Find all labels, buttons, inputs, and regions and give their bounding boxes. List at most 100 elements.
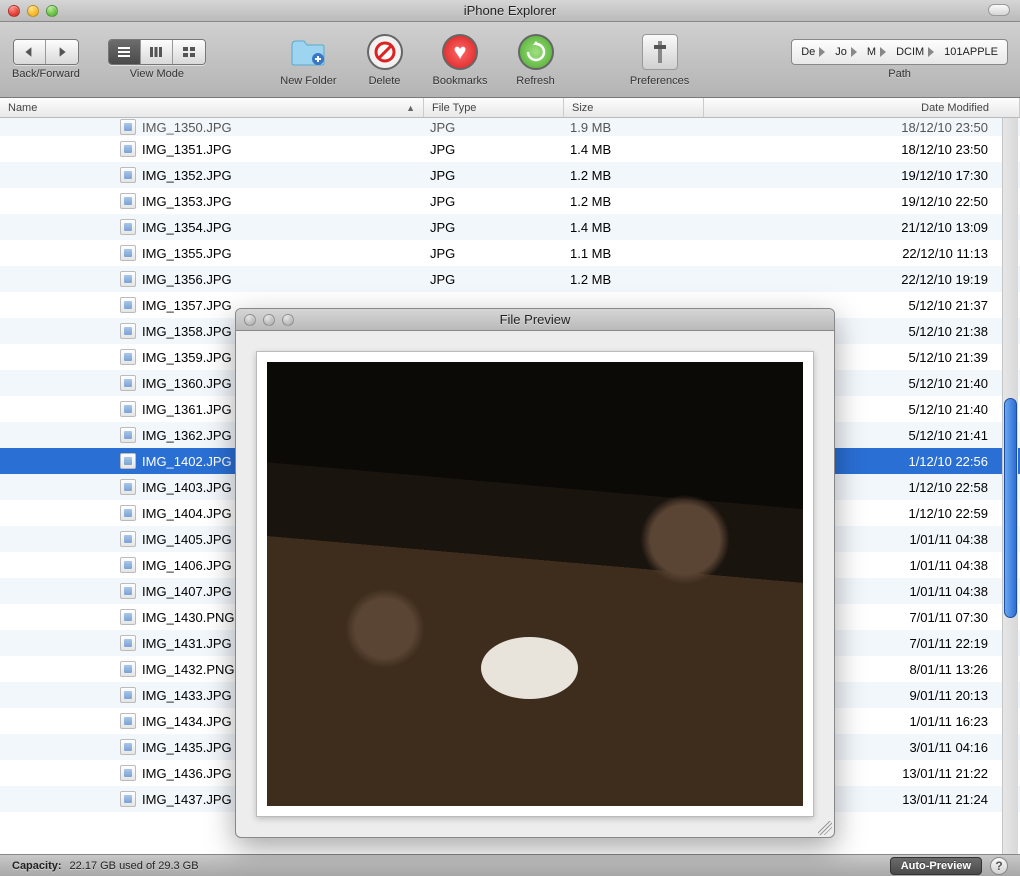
preview-image: [267, 362, 803, 806]
preview-title: File Preview: [236, 312, 834, 327]
file-icon: [120, 583, 136, 599]
preview-titlebar: File Preview: [236, 309, 834, 331]
file-icon: [120, 791, 136, 807]
table-row[interactable]: IMG_1350.JPGJPG1.9 MB18/12/10 23:50: [0, 118, 1020, 136]
delete-button[interactable]: [365, 32, 405, 72]
table-row[interactable]: IMG_1354.JPGJPG1.4 MB21/12/10 13:09: [0, 214, 1020, 240]
file-type: JPG: [424, 120, 564, 135]
table-row[interactable]: IMG_1353.JPGJPG1.2 MB19/12/10 22:50: [0, 188, 1020, 214]
capacity-label: Capacity:: [12, 860, 62, 872]
new-folder-button[interactable]: [288, 32, 328, 72]
zoom-button[interactable]: [46, 5, 58, 17]
table-row[interactable]: IMG_1351.JPGJPG1.4 MB18/12/10 23:50: [0, 136, 1020, 162]
file-name: IMG_1356.JPG: [142, 272, 232, 287]
back-forward-label: Back/Forward: [12, 68, 80, 80]
file-icon: [120, 609, 136, 625]
column-name-header[interactable]: Name▲: [0, 98, 424, 117]
toolbar: Back/Forward View Mode New Folder Delete…: [0, 22, 1020, 98]
auto-preview-button[interactable]: Auto-Preview: [890, 857, 982, 875]
main-titlebar: iPhone Explorer: [0, 0, 1020, 22]
view-list-button[interactable]: [109, 40, 141, 64]
capacity-value: 22.17 GB used of 29.3 GB: [70, 860, 199, 872]
table-row[interactable]: IMG_1355.JPGJPG1.1 MB22/12/10 11:13: [0, 240, 1020, 266]
preview-close-button[interactable]: [244, 314, 256, 326]
file-size: 1.9 MB: [564, 120, 704, 135]
file-name: IMG_1406.JPG: [142, 558, 232, 573]
path-segment[interactable]: DCIM: [891, 46, 939, 58]
view-icons-button[interactable]: [173, 40, 205, 64]
preview-zoom-button[interactable]: [282, 314, 294, 326]
preview-minimize-button[interactable]: [263, 314, 275, 326]
file-size: 1.2 MB: [564, 194, 704, 209]
file-name: IMG_1353.JPG: [142, 194, 232, 209]
file-size: 1.4 MB: [564, 220, 704, 235]
preview-window[interactable]: File Preview: [235, 308, 835, 838]
file-icon: [120, 219, 136, 235]
file-icon: [120, 167, 136, 183]
minimize-button[interactable]: [27, 5, 39, 17]
scrollbar-thumb[interactable]: [1004, 398, 1017, 618]
file-type: JPG: [424, 220, 564, 235]
file-name: IMG_1435.JPG: [142, 740, 232, 755]
vertical-scrollbar[interactable]: [1002, 118, 1018, 854]
file-icon: [120, 297, 136, 313]
file-icon: [120, 119, 136, 135]
toolbar-pill-button[interactable]: [988, 4, 1010, 16]
forward-button[interactable]: [46, 40, 78, 64]
path-segment[interactable]: Jo: [830, 46, 862, 58]
path-segment[interactable]: 101APPLE: [939, 46, 1003, 58]
file-icon: [120, 713, 136, 729]
help-button[interactable]: ?: [990, 857, 1008, 875]
path-segment[interactable]: De: [796, 46, 830, 58]
file-date: 22/12/10 11:13: [704, 246, 1020, 261]
file-name: IMG_1434.JPG: [142, 714, 232, 729]
preview-frame: [256, 351, 814, 817]
resize-handle-icon[interactable]: [818, 821, 832, 835]
file-icon: [120, 245, 136, 261]
file-icon: [120, 531, 136, 547]
view-columns-button[interactable]: [141, 40, 173, 64]
table-row[interactable]: IMG_1352.JPGJPG1.2 MB19/12/10 17:30: [0, 162, 1020, 188]
file-name: IMG_1355.JPG: [142, 246, 232, 261]
file-name: IMG_1359.JPG: [142, 350, 232, 365]
file-icon: [120, 479, 136, 495]
view-mode-label: View Mode: [130, 68, 184, 80]
file-icon: [120, 505, 136, 521]
preferences-button[interactable]: [640, 32, 680, 72]
back-forward-segment: [13, 39, 79, 65]
file-icon: [120, 687, 136, 703]
sort-ascending-icon: ▲: [406, 103, 415, 113]
file-name: IMG_1352.JPG: [142, 168, 232, 183]
back-button[interactable]: [14, 40, 46, 64]
file-date: 21/12/10 13:09: [704, 220, 1020, 235]
path-segment[interactable]: M: [862, 46, 891, 58]
refresh-button[interactable]: [516, 32, 556, 72]
file-icon: [120, 349, 136, 365]
new-folder-label: New Folder: [280, 75, 336, 87]
file-type: JPG: [424, 142, 564, 157]
file-icon: [120, 765, 136, 781]
column-type-header[interactable]: File Type: [424, 98, 564, 117]
file-name: IMG_1437.JPG: [142, 792, 232, 807]
file-size: 1.2 MB: [564, 272, 704, 287]
file-name: IMG_1350.JPG: [142, 120, 232, 135]
close-button[interactable]: [8, 5, 20, 17]
file-name: IMG_1404.JPG: [142, 506, 232, 521]
file-icon: [120, 661, 136, 677]
file-icon: [120, 427, 136, 443]
column-headers: Name▲ File Type Size Date Modified: [0, 98, 1020, 118]
column-date-header[interactable]: Date Modified: [704, 98, 1020, 117]
file-icon: [120, 323, 136, 339]
table-row[interactable]: IMG_1356.JPGJPG1.2 MB22/12/10 19:19: [0, 266, 1020, 292]
file-date: 18/12/10 23:50: [704, 142, 1020, 157]
path-bar[interactable]: De Jo M DCIM 101APPLE: [791, 39, 1008, 65]
bookmarks-button[interactable]: ♥: [440, 32, 480, 72]
file-name: IMG_1403.JPG: [142, 480, 232, 495]
file-date: 22/12/10 19:19: [704, 272, 1020, 287]
view-mode-segment: [108, 39, 206, 65]
file-icon: [120, 375, 136, 391]
file-icon: [120, 635, 136, 651]
file-size: 1.4 MB: [564, 142, 704, 157]
file-name: IMG_1430.PNG: [142, 610, 235, 625]
column-size-header[interactable]: Size: [564, 98, 704, 117]
